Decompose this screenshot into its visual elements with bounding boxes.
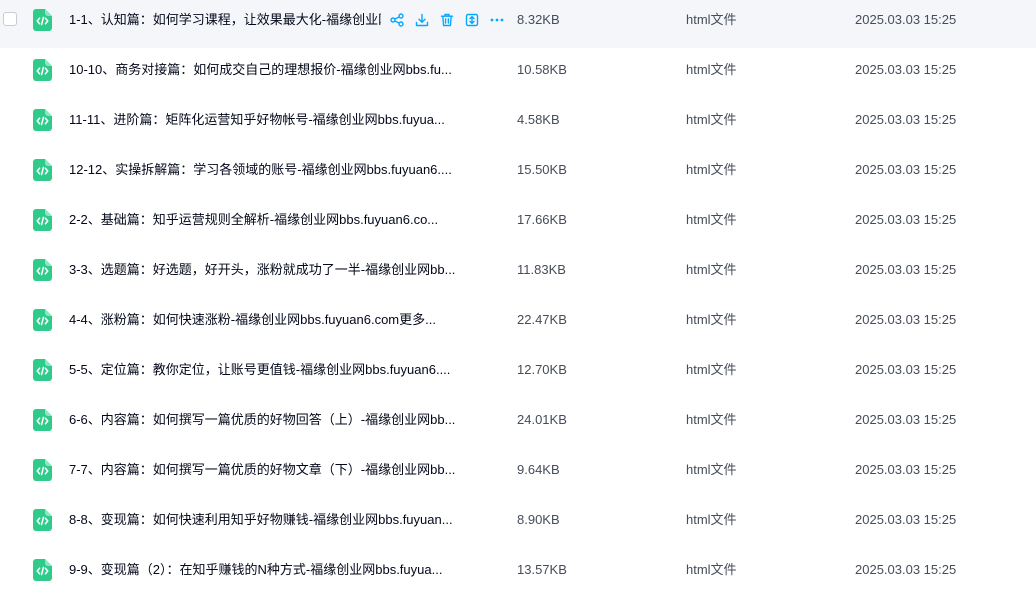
file-type: html文件 [686,512,737,527]
row-checkbox[interactable] [3,12,17,26]
html-file-icon [33,409,52,431]
file-type: html文件 [686,112,737,127]
file-type: html文件 [686,12,737,27]
file-row[interactable]: 6-6、内容篇：如何撰写一篇优质的好物回答（上）-福缘创业网bb... 24.01… [0,398,1036,448]
file-row[interactable]: 10-10、商务对接篇：如何成交自己的理想报价-福缘创业网bbs.fu... 10… [0,48,1036,98]
html-file-icon [33,459,52,481]
file-size: 11.83KB [517,262,566,277]
html-file-icon [33,509,52,531]
file-size: 13.57KB [517,562,567,577]
file-name[interactable]: 5-5、定位篇：教你定位，让账号更值钱-福缘创业网bbs.fuyuan6.... [69,361,450,379]
file-type: html文件 [686,462,737,477]
file-size: 8.32KB [517,12,560,27]
file-name[interactable]: 8-8、变现篇：如何快速利用知乎好物赚钱-福缘创业网bbs.fuyuan... [69,511,453,529]
html-file-icon [33,9,52,31]
file-date: 2025.03.03 15:25 [855,512,957,527]
file-size: 10.58KB [517,62,567,77]
file-name[interactable]: 11-11、进阶篇：矩阵化运营知乎好物帐号-福缘创业网bbs.fuyua... [69,111,445,129]
file-type: html文件 [686,162,737,177]
file-row[interactable]: 8-8、变现篇：如何快速利用知乎好物赚钱-福缘创业网bbs.fuyuan... 8… [0,498,1036,548]
file-date: 2025.03.03 15:25 [855,362,957,377]
file-name[interactable]: 1-1、认知篇：如何学习课程，让效果最大化-福缘创业网bl [69,11,381,29]
file-type: html文件 [686,212,737,227]
file-type: html文件 [686,62,737,77]
html-file-icon [33,309,52,331]
file-date: 2025.03.03 15:25 [855,162,957,177]
file-size: 22.47KB [517,312,567,327]
file-size: 4.58KB [517,112,560,127]
file-date: 2025.03.03 15:25 [855,112,957,127]
more-icon[interactable] [484,11,509,29]
html-file-icon [33,559,52,581]
file-size: 17.66KB [517,212,567,227]
row-actions [384,11,509,29]
download-icon[interactable] [409,11,434,29]
file-size: 24.01KB [517,412,567,427]
file-type: html文件 [686,312,737,327]
html-file-icon [33,259,52,281]
file-row[interactable]: 3-3、选题篇：好选题，好开头，涨粉就成功了一半-福缘创业网bb... 11.83… [0,248,1036,298]
file-name[interactable]: 9-9、变现篇（2）：在知乎赚钱的N种方式-福缘创业网bbs.fuyua... [69,561,442,579]
file-row[interactable]: 11-11、进阶篇：矩阵化运营知乎好物帐号-福缘创业网bbs.fuyua... 4… [0,98,1036,148]
move-icon[interactable] [459,11,484,29]
file-size: 12.70KB [517,362,567,377]
html-file-icon [33,359,52,381]
file-date: 2025.03.03 15:25 [855,262,957,277]
file-row[interactable]: 1-1、认知篇：如何学习课程，让效果最大化-福缘创业网bl 8.32KB html文… [0,0,1036,48]
file-type: html文件 [686,412,737,427]
file-row[interactable]: 5-5、定位篇：教你定位，让账号更值钱-福缘创业网bbs.fuyuan6....… [0,348,1036,398]
file-size: 15.50KB [517,162,567,177]
html-file-icon [33,59,52,81]
file-name[interactable]: 2-2、基础篇：知乎运营规则全解析-福缘创业网bbs.fuyuan6.co... [69,211,438,229]
html-file-icon [33,209,52,231]
file-row[interactable]: 7-7、内容篇：如何撰写一篇优质的好物文章（下）-福缘创业网bb... 9.64K… [0,448,1036,498]
file-date: 2025.03.03 15:25 [855,562,957,577]
file-date: 2025.03.03 15:25 [855,312,957,327]
file-date: 2025.03.03 15:25 [855,462,957,477]
file-date: 2025.03.03 15:25 [855,62,957,77]
trash-icon[interactable] [434,11,459,29]
file-name[interactable]: 3-3、选题篇：好选题，好开头，涨粉就成功了一半-福缘创业网bb... [69,261,455,279]
file-date: 2025.03.03 15:25 [855,212,957,227]
file-name[interactable]: 7-7、内容篇：如何撰写一篇优质的好物文章（下）-福缘创业网bb... [69,461,455,479]
file-size: 9.64KB [517,462,560,477]
file-name[interactable]: 12-12、实操拆解篇：学习各领域的账号-福缘创业网bbs.fuyuan6...… [69,161,452,179]
file-type: html文件 [686,262,737,277]
file-date: 2025.03.03 15:25 [855,412,957,427]
file-row[interactable]: 2-2、基础篇：知乎运营规则全解析-福缘创业网bbs.fuyuan6.co...… [0,198,1036,248]
share-icon[interactable] [384,11,409,29]
file-name[interactable]: 10-10、商务对接篇：如何成交自己的理想报价-福缘创业网bbs.fu... [69,61,452,79]
file-row[interactable]: 4-4、涨粉篇：如何快速涨粉-福缘创业网bbs.fuyuan6.com更多...… [0,298,1036,348]
file-type: html文件 [686,562,737,577]
file-size: 8.90KB [517,512,560,527]
file-list: 1-1、认知篇：如何学习课程，让效果最大化-福缘创业网bl 8.32KB html文… [0,0,1036,589]
html-file-icon [33,159,52,181]
file-name[interactable]: 4-4、涨粉篇：如何快速涨粉-福缘创业网bbs.fuyuan6.com更多... [69,311,436,329]
file-name[interactable]: 6-6、内容篇：如何撰写一篇优质的好物回答（上）-福缘创业网bb... [69,411,455,429]
file-type: html文件 [686,362,737,377]
file-row[interactable]: 12-12、实操拆解篇：学习各领域的账号-福缘创业网bbs.fuyuan6...… [0,148,1036,198]
file-date: 2025.03.03 15:25 [855,12,957,27]
file-row[interactable]: 9-9、变现篇（2）：在知乎赚钱的N种方式-福缘创业网bbs.fuyua... 1… [0,548,1036,589]
html-file-icon [33,109,52,131]
